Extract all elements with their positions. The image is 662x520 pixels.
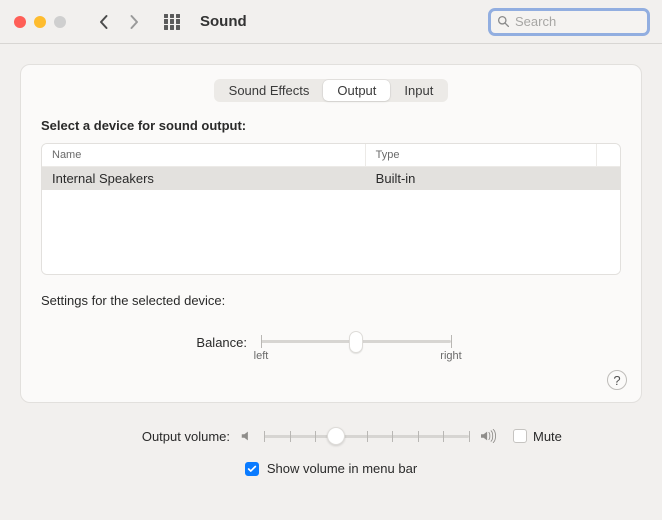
show-in-menubar-label: Show volume in menu bar bbox=[267, 461, 417, 476]
forward-button bbox=[122, 8, 146, 36]
balance-thumb[interactable] bbox=[349, 331, 363, 353]
search-field[interactable] bbox=[488, 8, 650, 36]
balance-left-label: left bbox=[254, 350, 269, 362]
device-type: Built-in bbox=[366, 167, 620, 190]
search-icon bbox=[497, 15, 510, 28]
device-table-header: Name Type bbox=[42, 144, 620, 167]
chevron-right-icon bbox=[129, 14, 139, 30]
balance-row: Balance: left right bbox=[41, 326, 621, 358]
show-in-menubar-checkbox[interactable] bbox=[245, 462, 259, 476]
tabs: Sound Effects Output Input bbox=[41, 79, 621, 102]
speaker-high-icon bbox=[479, 429, 497, 443]
toolbar: Sound bbox=[0, 0, 662, 44]
maximize-window-icon bbox=[54, 16, 66, 28]
device-table: Name Type Internal Speakers Built-in bbox=[41, 143, 621, 275]
balance-label: Balance: bbox=[41, 335, 261, 350]
tab-sound-effects[interactable]: Sound Effects bbox=[215, 80, 324, 101]
window-controls bbox=[14, 16, 66, 28]
selected-device-settings-heading: Settings for the selected device: bbox=[41, 293, 621, 308]
col-name[interactable]: Name bbox=[42, 144, 366, 167]
search-input[interactable] bbox=[515, 14, 641, 29]
help-button[interactable]: ? bbox=[607, 370, 627, 390]
mute-checkbox[interactable] bbox=[513, 429, 527, 443]
chevron-left-icon bbox=[99, 14, 109, 30]
output-volume-row: Output volume: bbox=[20, 421, 642, 451]
back-button[interactable] bbox=[92, 8, 116, 36]
tab-input[interactable]: Input bbox=[390, 80, 447, 101]
all-prefs-icon[interactable] bbox=[164, 14, 180, 30]
device-table-empty bbox=[42, 190, 620, 274]
output-volume-slider[interactable] bbox=[264, 421, 469, 451]
col-spacer bbox=[597, 144, 620, 167]
balance-slider[interactable]: left right bbox=[261, 326, 451, 358]
main-panel: Sound Effects Output Input Select a devi… bbox=[20, 64, 642, 403]
footer: Output volume: bbox=[0, 415, 662, 490]
tabbar: Sound Effects Output Input bbox=[214, 79, 449, 102]
balance-right-label: right bbox=[440, 350, 461, 362]
page-title: Sound bbox=[200, 13, 247, 30]
help-icon: ? bbox=[613, 373, 620, 388]
device-name: Internal Speakers bbox=[42, 167, 366, 190]
mute-control[interactable]: Mute bbox=[513, 429, 562, 444]
nav-arrows bbox=[92, 8, 146, 36]
speaker-low-icon bbox=[240, 429, 254, 443]
tab-output[interactable]: Output bbox=[323, 80, 390, 101]
col-type[interactable]: Type bbox=[366, 144, 597, 167]
volume-thumb[interactable] bbox=[327, 427, 345, 445]
table-row[interactable]: Internal Speakers Built-in bbox=[42, 167, 620, 190]
output-volume-label: Output volume: bbox=[20, 429, 240, 444]
mute-label: Mute bbox=[533, 429, 562, 444]
show-in-menubar-control[interactable]: Show volume in menu bar bbox=[20, 461, 642, 476]
output-device-heading: Select a device for sound output: bbox=[41, 118, 621, 133]
close-window-icon[interactable] bbox=[14, 16, 26, 28]
minimize-window-icon[interactable] bbox=[34, 16, 46, 28]
